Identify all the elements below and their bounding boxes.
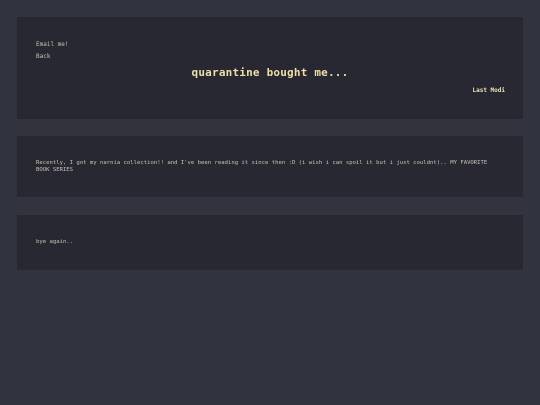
post-body-card: Recently, I got my narnia collection!! a… (17, 136, 523, 197)
post-body-text: Recently, I got my narnia collection!! a… (36, 160, 488, 173)
page-title: quarantine bought me... (191, 66, 349, 79)
header-card: Email me! Back quarantine bought me... L… (17, 17, 523, 119)
email-me-link[interactable]: Email me! (36, 41, 69, 48)
last-modified-label: Last Modi (472, 87, 505, 94)
footer-card: bye again.. (17, 215, 523, 270)
back-link[interactable]: Back (36, 53, 50, 60)
footer-text: bye again.. (36, 239, 74, 245)
